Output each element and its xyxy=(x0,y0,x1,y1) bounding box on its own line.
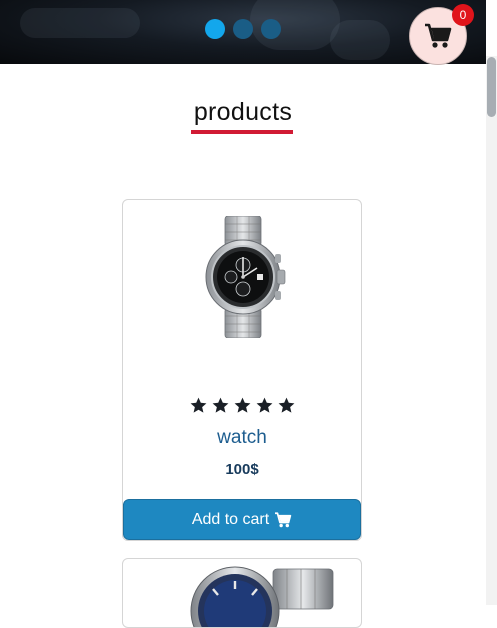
shopping-cart-icon xyxy=(425,23,452,48)
product-card: watch 100$ Add to cart xyxy=(122,199,362,541)
section-title: products xyxy=(193,98,293,126)
watch-image xyxy=(205,216,286,338)
shopping-cart-icon xyxy=(275,511,292,527)
carousel-dot-2[interactable] xyxy=(233,19,253,39)
scrollbar-thumb[interactable] xyxy=(487,57,496,117)
product-price: 100$ xyxy=(225,461,259,478)
product-name[interactable]: watch xyxy=(123,427,361,449)
star-icon xyxy=(234,397,250,413)
cart-count-badge: 0 xyxy=(452,4,474,26)
add-to-cart-label: Add to cart xyxy=(191,510,270,528)
carousel-dot-3[interactable] xyxy=(261,19,281,39)
star-icon xyxy=(278,397,294,413)
product-card xyxy=(122,558,362,628)
title-underline xyxy=(191,130,293,134)
star-icon xyxy=(212,397,228,413)
watch-image xyxy=(190,566,334,627)
star-icon xyxy=(256,397,272,413)
rating-stars xyxy=(123,396,361,415)
add-to-cart-button[interactable]: Add to cart xyxy=(123,499,361,540)
scrollbar-track[interactable] xyxy=(486,56,497,605)
star-icon xyxy=(190,397,206,413)
carousel-dots xyxy=(205,19,281,39)
carousel-dot-1[interactable] xyxy=(205,19,225,39)
